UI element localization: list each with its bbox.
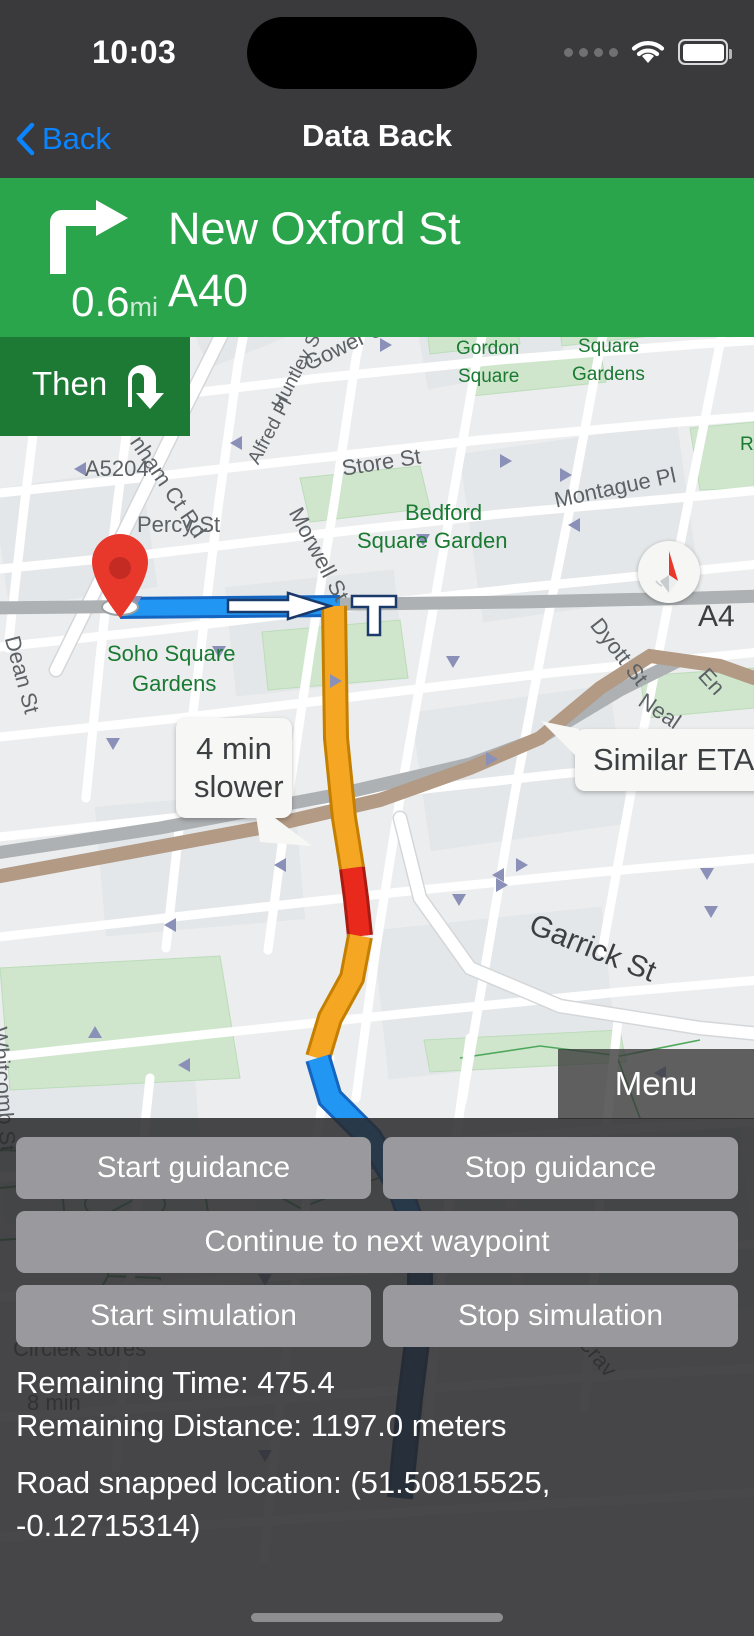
remaining-time-text: Remaining Time: 475.4	[16, 1365, 335, 1400]
instruction-road-primary: New Oxford St	[168, 203, 461, 254]
turn-right-icon	[50, 200, 128, 274]
start-guidance-button[interactable]: Start guidance	[16, 1137, 371, 1199]
road-snapped-location-line2: -0.12715314)	[16, 1508, 201, 1543]
telemetry-readout: Remaining Time: 475.4 Remaining Distance…	[16, 1361, 740, 1547]
u-turn-right-icon	[128, 365, 164, 409]
road-snapped-location-line1: Road snapped location: (51.50815525,	[16, 1465, 551, 1500]
then-banner: Then	[0, 337, 190, 436]
status-bar-clock: 10:03	[92, 34, 177, 70]
stop-guidance-label: Stop guidance	[464, 1151, 657, 1184]
control-row-1: Start guidance Stop guidance	[0, 1137, 754, 1199]
start-simulation-button[interactable]: Start simulation	[16, 1285, 371, 1347]
stop-simulation-label: Stop simulation	[457, 1299, 664, 1332]
callout-slower-line2: slower	[194, 769, 284, 804]
callout-similar-eta-label: Similar ETA	[593, 742, 754, 777]
menu-button-label: Menu	[614, 1065, 698, 1102]
control-panel: Start guidance Stop guidance Continue to…	[0, 1118, 754, 1636]
instruction-road-secondary: A40	[168, 265, 249, 316]
continue-next-waypoint-button[interactable]: Continue to next waypoint	[16, 1211, 738, 1273]
instruction-distance: 0.6mi	[28, 278, 158, 331]
navigation-bar: Back Data Back	[0, 100, 754, 178]
home-indicator[interactable]	[251, 1613, 503, 1622]
start-simulation-label: Start simulation	[90, 1299, 297, 1332]
stop-guidance-button[interactable]: Stop guidance	[383, 1137, 738, 1199]
control-row-3: Start simulation Stop simulation	[0, 1285, 754, 1347]
continue-next-waypoint-label: Continue to next waypoint	[204, 1225, 550, 1258]
wifi-icon	[631, 39, 665, 65]
status-bar: 10:03	[0, 0, 754, 100]
stop-simulation-button[interactable]: Stop simulation	[383, 1285, 738, 1347]
start-guidance-label: Start guidance	[96, 1151, 291, 1184]
remaining-distance-text: Remaining Distance: 1197.0 meters	[16, 1408, 507, 1443]
status-bar-indicators	[564, 32, 732, 72]
battery-full-icon	[678, 39, 732, 65]
then-label: Then	[32, 365, 108, 402]
instruction-distance-unit: mi	[129, 292, 159, 322]
callout-slower[interactable]: 4 min slower	[176, 718, 312, 846]
callout-slower-line1: 4 min	[196, 731, 272, 766]
page-title: Data Back	[302, 118, 452, 153]
instruction-banner: 0.6mi New Oxford St A40	[0, 178, 754, 337]
compass-icon[interactable]	[638, 541, 700, 603]
control-row-2: Continue to next waypoint	[0, 1211, 754, 1273]
dynamic-island	[247, 17, 477, 89]
signal-dots-icon	[564, 47, 618, 57]
callout-similar-eta[interactable]: Similar ETA	[541, 721, 754, 791]
instruction-distance-value: 0.6	[71, 278, 130, 325]
menu-button[interactable]: Menu	[558, 1049, 754, 1119]
